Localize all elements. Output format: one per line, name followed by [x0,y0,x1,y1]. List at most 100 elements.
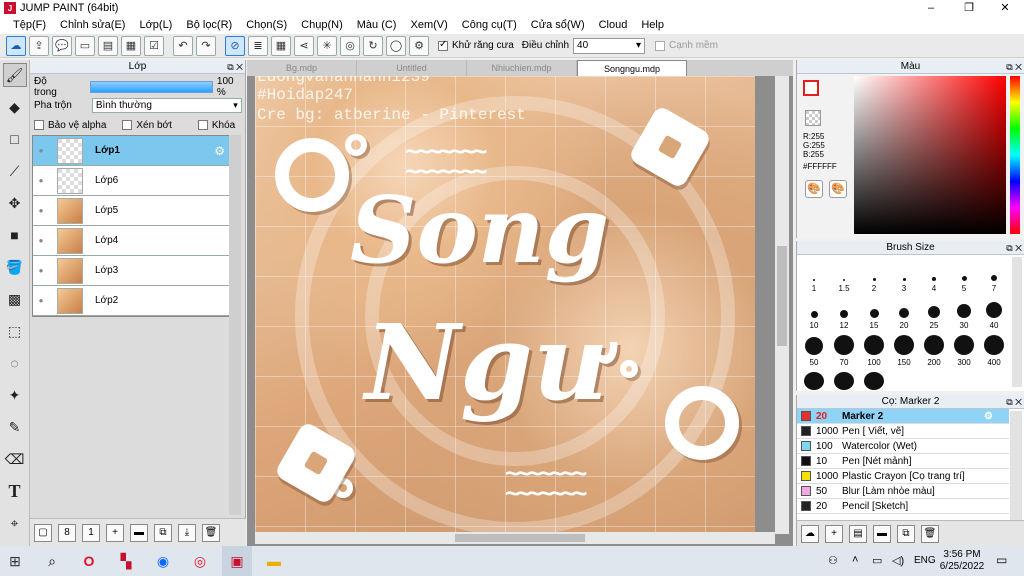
brush-size-cell[interactable]: 10 [799,298,829,330]
brush-size-cell[interactable]: 50 [799,335,829,367]
menu-edit[interactable]: Chỉnh sửa(E) [53,19,132,31]
grid-snap-icon[interactable]: ▦ [271,35,291,56]
settings-icon[interactable]: ⚙ [409,35,429,56]
redo-icon[interactable]: ↷ [196,35,216,56]
pen-item[interactable]: 20 Pencil [Sketch] [797,499,1009,514]
brush-scrollbar[interactable] [1012,257,1022,387]
minimize-button[interactable]: – [914,0,948,16]
brush-size-cell[interactable]: 150 [889,335,919,367]
transparent-color-swatch[interactable] [805,110,821,126]
layer-row[interactable]: ● Lớp6 [33,166,229,196]
page-icon[interactable]: ▤ [98,35,118,56]
brush-size-cell[interactable]: 4 [919,261,949,293]
lock-checkbox[interactable] [197,120,208,130]
radial-lines-icon[interactable]: ✳ [317,35,337,56]
fill-rect-tool-icon[interactable]: ■ [3,223,27,247]
brush-settings-icon[interactable]: ▤ [849,524,867,543]
antialias-checkbox[interactable] [438,39,448,51]
pen-item[interactable]: 1000 Plastic Crayon [Cọ trang trí] [797,469,1009,484]
brush-size-cell[interactable]: 300 [949,335,979,367]
brush-size-cell[interactable]: 15 [859,298,889,330]
horizontal-scroll-thumb[interactable] [455,534,585,542]
jump-paint-icon[interactable]: ▣ [222,546,252,576]
chevron-up-icon[interactable]: ˄ [852,554,858,566]
layer-row[interactable]: ● Lớp1 ⚙ [33,136,229,166]
clipping-checkbox[interactable] [122,120,133,130]
brush-size-cell[interactable] [859,372,889,390]
vertical-scroll-thumb[interactable] [777,246,787,346]
brush-size-cell[interactable] [799,372,829,390]
perspective-icon[interactable]: ⋖ [294,35,314,56]
menu-file[interactable]: Tệp(F) [6,19,53,31]
brush-size-cell[interactable] [829,372,859,390]
rect-select-tool-icon[interactable]: □ [3,127,27,151]
gear-icon[interactable]: ⚙ [984,411,993,422]
foreground-color-swatch[interactable] [803,80,819,96]
app-grid-icon[interactable]: ▚ [111,546,141,576]
panel-window-icon[interactable]: ⧉ ✕ [1006,395,1022,409]
menu-view[interactable]: Xem(V) [403,19,454,31]
move-tool-icon[interactable]: ✥ [3,191,27,215]
duplicate-icon[interactable]: ⧉ [897,524,915,543]
curve-icon[interactable]: ↻ [363,35,383,56]
saturation-value-picker[interactable] [854,76,1006,234]
brush-size-cell[interactable]: 20 [889,298,919,330]
merge-icon[interactable]: ⤓ [178,523,196,542]
zalo-icon[interactable]: ◉ [148,546,178,576]
folder-icon[interactable]: ▬ [873,524,891,543]
tab-bg[interactable]: Bg.mdp [247,60,357,76]
correction-select[interactable]: 40 ▾ [573,37,646,54]
notification-icon[interactable]: ▭ [996,553,1007,567]
menu-help[interactable]: Help [634,19,671,31]
network-icon[interactable]: ▭ [872,554,882,567]
line-tool-icon[interactable]: ⟋ [3,159,27,183]
export-icon[interactable]: ⇪ [29,35,49,56]
folder-icon[interactable]: ▬ [130,523,148,542]
palette-edit-icon[interactable]: 🎨 [829,180,847,198]
magic-wand-tool-icon[interactable]: ✦ [3,383,27,407]
brush-size-cell[interactable]: 2 [859,261,889,293]
new-layer-icon[interactable]: ▢ [34,523,52,542]
brush-size-cell[interactable]: 1 [799,261,829,293]
circle-snap-icon[interactable]: ◯ [386,35,406,56]
cloud-brush-icon[interactable]: ☁ [801,524,819,543]
comment-icon[interactable]: 💬 [52,35,72,56]
brush-size-cell[interactable]: 25 [919,298,949,330]
people-icon[interactable]: ⚇ [828,554,838,567]
horizontal-scrollbar[interactable] [255,532,775,544]
snap-off-icon[interactable]: ⊘ [225,35,245,56]
protect-alpha-checkbox[interactable] [34,120,44,130]
duplicate-icon[interactable]: ⧉ [154,523,172,542]
trash-icon[interactable]: 🗑 [202,523,220,542]
opera-gx-icon[interactable]: ◎ [185,546,215,576]
eraser-tool-icon[interactable]: ◆ [3,95,27,119]
file-explorer-icon[interactable]: ▬ [259,546,289,576]
tab-songngu[interactable]: Songngu.mdp [577,60,687,76]
tab-untitled[interactable]: Untitled [357,60,467,76]
brush-size-cell[interactable]: 100 [859,335,889,367]
layer-row[interactable]: ● Lớp4 [33,226,229,256]
layer-scrollbar[interactable] [229,135,241,515]
pen-item[interactable]: 50 Blur [Làm nhòe màu] [797,484,1009,499]
cloud-icon[interactable]: ☁ [6,35,26,56]
menu-capture[interactable]: Chụp(N) [294,19,350,31]
menu-filter[interactable]: Bộ lọc(R) [179,19,239,31]
artwork-canvas[interactable]: Luongvananhanh1239 #Hoidap247 Cre bg: at… [255,76,755,532]
concentric-icon[interactable]: ◎ [340,35,360,56]
tab-nhiuchien[interactable]: Nhiuchien.mdp [467,60,577,76]
pen-item[interactable]: 1000 Pen [ Viết, vẽ] [797,424,1009,439]
menu-cloud[interactable]: Cloud [592,19,635,31]
brush-size-cell[interactable]: 40 [979,298,1009,330]
monitor-icon[interactable]: ▭ [75,35,95,56]
pen-item[interactable]: 20 Marker 2 ⚙ [797,409,1009,424]
brush-size-cell[interactable]: 3 [889,261,919,293]
pen-scrollbar[interactable] [1010,411,1022,521]
opacity-slider[interactable] [90,81,213,93]
layer-row[interactable]: ● Lớp2 [33,286,229,316]
brush-size-cell[interactable]: 5 [949,261,979,293]
layer-row[interactable]: ● Lớp5 [33,196,229,226]
maximize-button[interactable]: ❐ [952,0,986,16]
panel-window-icon[interactable]: ⧉ ✕ [227,60,243,74]
pen-item[interactable]: 10 Pen [Nét mảnh] [797,454,1009,469]
palette-icon[interactable]: 🎨 [805,180,823,198]
